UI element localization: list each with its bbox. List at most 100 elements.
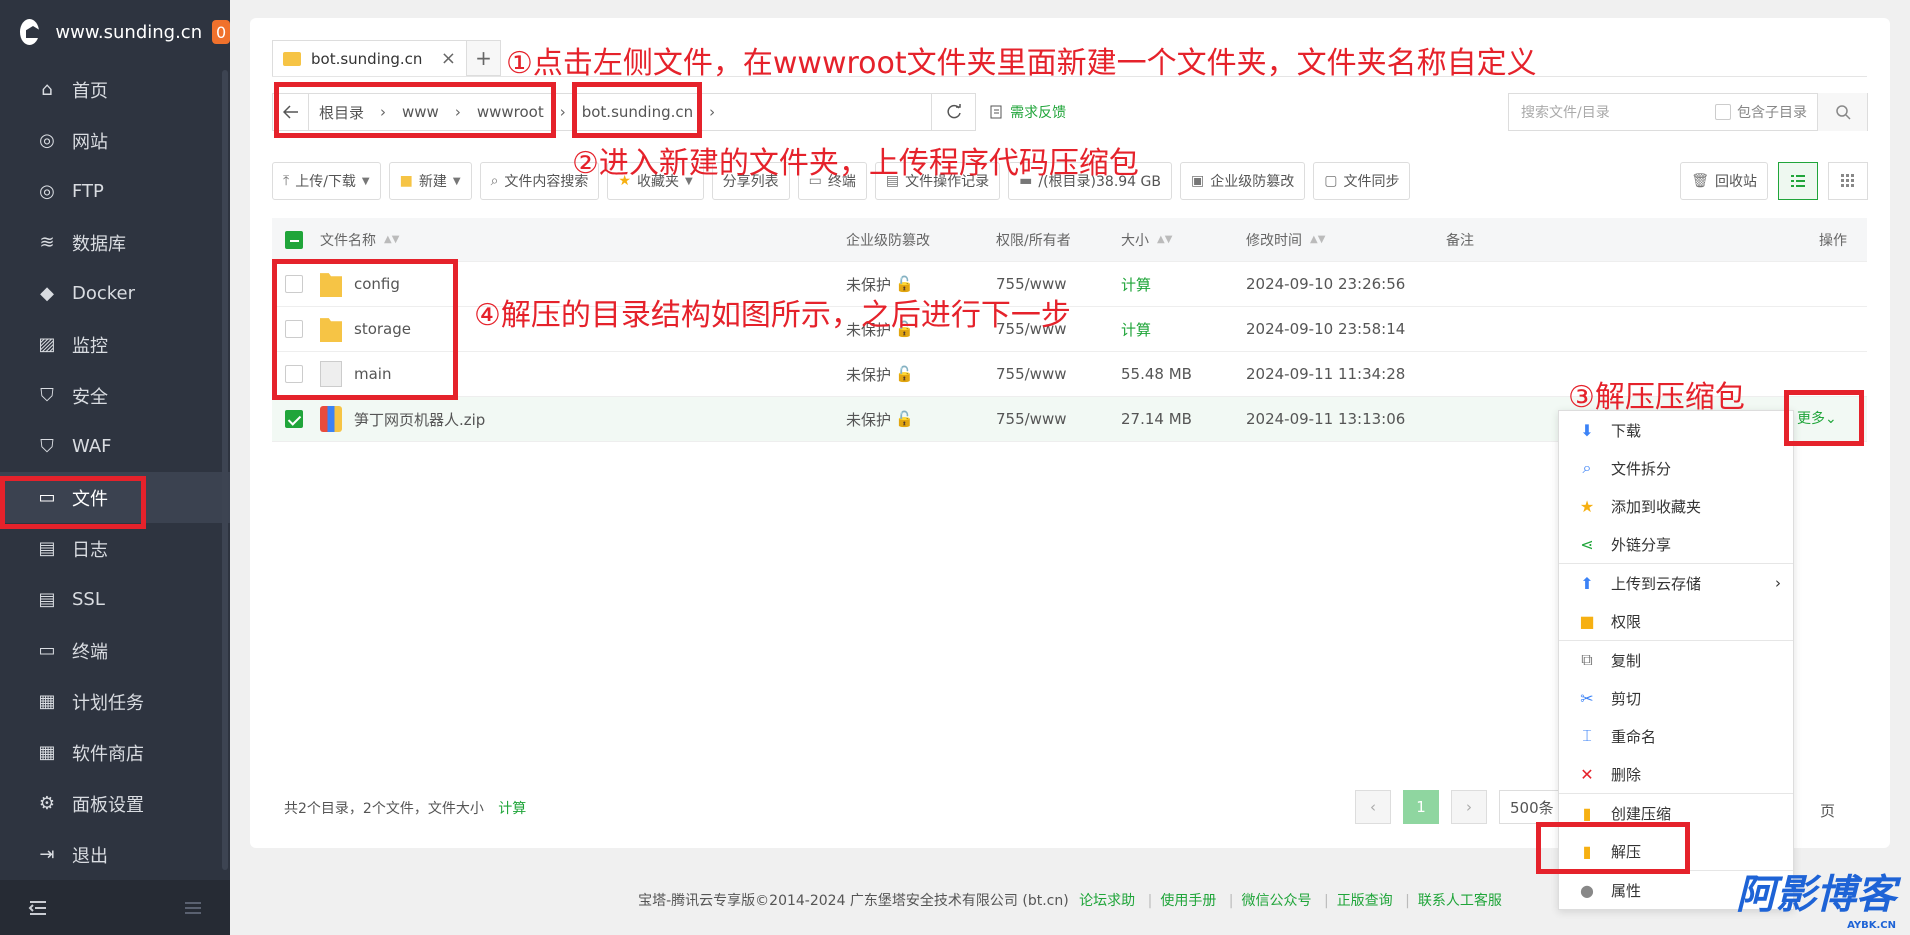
new-button[interactable]: ■ 新建 ▼ [388, 162, 472, 200]
close-icon[interactable]: × [441, 48, 456, 69]
table-header: 文件名称 ▲▼ 企业级防篡改 权限/所有者 大小 ▲▼ 修改时间 ▲▼ 备注 操作 [272, 218, 1867, 262]
ssl-icon: ▤ [38, 589, 56, 610]
path-input-area[interactable] [721, 93, 931, 131]
file-name[interactable]: 笋丁网页机器人.zip [354, 409, 485, 430]
recycle-bin-button[interactable]: 🗑 回收站 [1680, 162, 1768, 200]
search-icon [1835, 105, 1851, 120]
size-calc-link[interactable]: 计算 [1121, 319, 1151, 340]
include-subdir-checkbox[interactable] [1715, 104, 1731, 120]
feedback-link[interactable]: 需求反馈 [990, 102, 1066, 122]
menu-share[interactable]: ⋖ 外链分享 [1559, 525, 1793, 563]
annotation-step1: ①点击左侧文件，在wwwroot文件夹里面新建一个文件夹，文件夹名称自定义 [506, 46, 1537, 81]
refresh-button[interactable] [932, 93, 977, 131]
size-value: 55.48 MB [1121, 365, 1192, 383]
scissors-icon: ✂ [1580, 688, 1594, 708]
summary: 共2个目录，2个文件，文件大小 计算 [284, 798, 526, 818]
select-all-checkbox[interactable] [285, 230, 303, 249]
header-mtime[interactable]: 修改时间 [1246, 230, 1302, 250]
sidebar-item-1[interactable]: ◎ 网站 [0, 115, 230, 166]
support-link[interactable]: 联系人工客服 [1418, 893, 1502, 909]
sidebar-item-2[interactable]: ◎ FTP [0, 166, 230, 217]
sidebar-item-15[interactable]: ⇥ 退出 [0, 829, 230, 880]
sidebar-item-5[interactable]: ▨ 监控 [0, 319, 230, 370]
search-input[interactable]: 搜索文件/目录 [1509, 102, 1715, 122]
upload-arrow-icon: ⬆ [1580, 573, 1594, 593]
toolbar-right: 🗑 回收站 [1680, 162, 1868, 200]
manual-link[interactable]: 使用手册 [1160, 893, 1216, 909]
menu-download[interactable]: ⬇ 下载 [1559, 411, 1793, 449]
sort-icon[interactable]: ▲▼ [1157, 234, 1172, 245]
prev-page-button[interactable]: ‹ [1355, 790, 1391, 824]
menu-split[interactable]: ⌕ 文件拆分 [1559, 449, 1793, 487]
tab-bot-sunding[interactable]: bot.sunding.cn × [272, 40, 467, 76]
menu-label: 添加到收藏夹 [1611, 497, 1702, 516]
sidebar-item-6[interactable]: ⛉ 安全 [0, 370, 230, 421]
list-view-button[interactable] [1778, 162, 1818, 200]
sidebar-menu: ⌂ 首页 ◎ 网站 ◎ FTP ≋ 数据库 ◆ Docker ▨ 监控 ⛉ 安全 ⛉ WAF ▭ 文件 ▤ 日志 ▤ SS… [0, 64, 230, 880]
list-view-icon [1791, 175, 1805, 187]
menu-label: 文件拆分 [1611, 459, 1672, 478]
sidebar-item-13[interactable]: ▦ 软件商店 [0, 727, 230, 778]
mtime-value: 2024-09-11 13:13:06 [1246, 410, 1406, 428]
search-button[interactable] [1817, 93, 1867, 131]
sort-icon[interactable]: ▲▼ [384, 234, 399, 245]
menu-delete[interactable]: ✕ 删除 [1559, 755, 1793, 793]
file-sync-button[interactable]: ▢ 文件同步 [1313, 162, 1411, 200]
menu-label: 外链分享 [1611, 535, 1672, 554]
perm-value[interactable]: 755/www [996, 410, 1067, 428]
site-name: www.sunding.cn [55, 21, 203, 43]
sidebar-item-label: 日志 [72, 539, 108, 561]
upload-download-button[interactable]: ⤒ 上传/下载 ▼ [272, 162, 381, 200]
menu-permission[interactable]: ■ 权限 [1559, 602, 1793, 640]
forum-link[interactable]: 论坛求助 [1079, 893, 1135, 909]
size-calc-link[interactable]: 计算 [1121, 274, 1151, 295]
menu-label: 下载 [1611, 421, 1642, 440]
page-1[interactable]: 1 [1403, 790, 1439, 824]
protect-status[interactable]: 未保护 [846, 409, 891, 430]
next-page-button[interactable]: › [1451, 790, 1487, 824]
perm-value[interactable]: 755/www [996, 365, 1067, 383]
sync-label: 文件同步 [1343, 174, 1400, 190]
wechat-link[interactable]: 微信公众号 [1242, 893, 1312, 909]
menu-rename[interactable]: ⌶ 重命名 [1559, 717, 1793, 755]
header-name[interactable]: 文件名称 [320, 230, 376, 250]
grid-view-button[interactable] [1828, 162, 1868, 200]
add-tab-button[interactable]: + [467, 40, 501, 76]
sidebar-item-12[interactable]: ▦ 计划任务 [0, 676, 230, 727]
sidebar-item-9[interactable]: ▤ 日志 [0, 523, 230, 574]
header-perm: 权限/所有者 [996, 232, 1071, 249]
menu-add-favorite[interactable]: ★ 添加到收藏夹 [1559, 487, 1793, 525]
sidebar-item-label: 软件商店 [72, 743, 144, 765]
sidebar: www.sunding.cn 0 ⌂ 首页 ◎ 网站 ◎ FTP ≋ 数据库 ◆ Docker ▨ 监… [0, 0, 230, 935]
grid-view-icon [1841, 174, 1854, 187]
lock-icon: 🔓 [895, 365, 914, 383]
row-checkbox[interactable] [285, 410, 303, 428]
notification-badge[interactable]: 0 [212, 20, 230, 44]
sidebar-item-10[interactable]: ▤ SSL [0, 574, 230, 625]
sidebar-item-11[interactable]: ▭ 终端 [0, 625, 230, 676]
menu-copy[interactable]: ⧉ 复制 [1559, 641, 1793, 679]
monitor-icon: ▨ [38, 334, 56, 355]
sidebar-item-label: Docker [72, 283, 136, 304]
sort-icon[interactable]: ▲▼ [1310, 234, 1325, 245]
sidebar-scrollbar[interactable] [222, 70, 228, 870]
header-size[interactable]: 大小 [1121, 230, 1149, 250]
rename-icon: ⌶ [1582, 726, 1592, 745]
tamper-label: 企业级防篡改 [1210, 174, 1295, 190]
sidebar-item-0[interactable]: ⌂ 首页 [0, 64, 230, 115]
tamper-button[interactable]: ▣ 企业级防篡改 [1180, 162, 1306, 200]
protect-status[interactable]: 未保护 [846, 364, 891, 385]
sidebar-item-4[interactable]: ◆ Docker [0, 268, 230, 319]
calendar-icon: ▦ [38, 691, 56, 712]
menu-cut[interactable]: ✂ 剪切 [1559, 679, 1793, 717]
calc-link[interactable]: 计算 [498, 801, 526, 817]
menu-upload-cloud[interactable]: ⬆ 上传到云存储 › [1559, 564, 1793, 602]
copy-icon: ⧉ [1581, 650, 1593, 669]
license-link[interactable]: 正版查询 [1337, 893, 1393, 909]
sidebar-item-14[interactable]: ⚙ 面板设置 [0, 778, 230, 829]
sidebar-item-label: 网站 [72, 131, 108, 153]
database-icon: ≋ [39, 232, 55, 253]
refresh-icon [947, 104, 961, 119]
sidebar-item-7[interactable]: ⛉ WAF [0, 421, 230, 472]
sidebar-item-3[interactable]: ≋ 数据库 [0, 217, 230, 268]
